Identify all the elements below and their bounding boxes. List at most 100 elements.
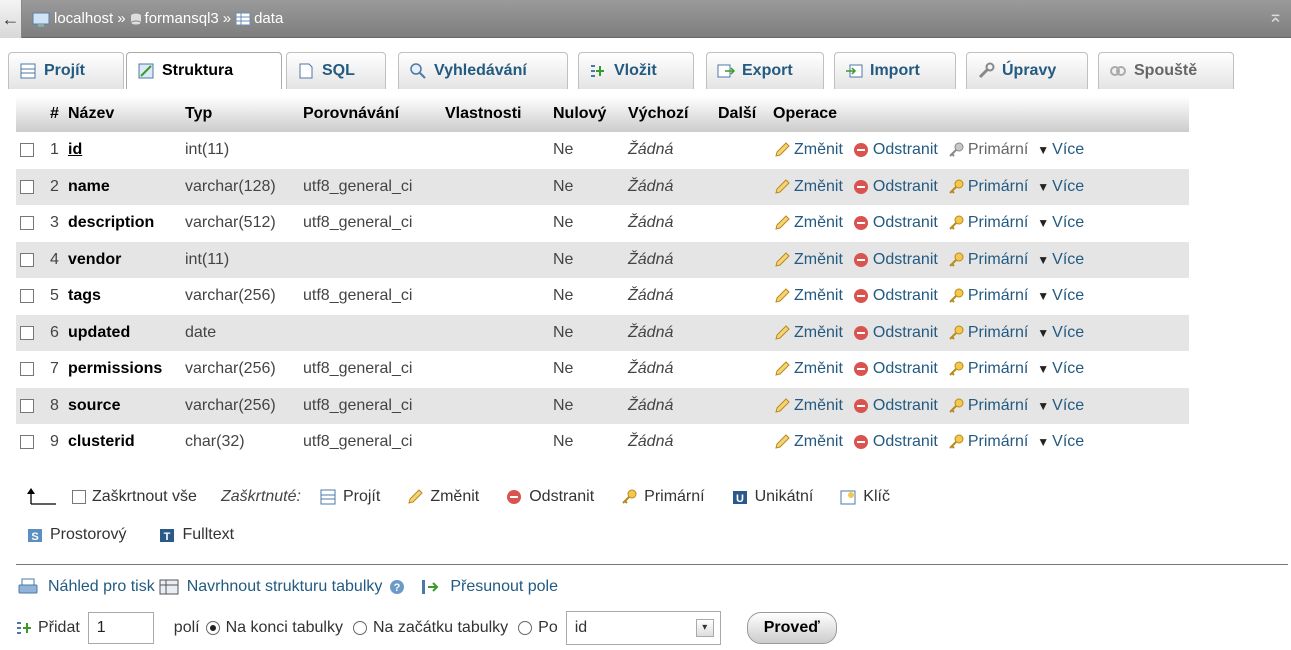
edit-label[interactable]: Změnit	[794, 251, 843, 269]
breadcrumb-database[interactable]: formansql3	[145, 0, 219, 38]
row-checkbox-cell[interactable]	[16, 387, 46, 424]
drop-link[interactable]: Odstranit	[852, 287, 938, 305]
table-row[interactable]: 8 source varchar(256) utf8_general_ci Ne Žádn…	[16, 387, 1189, 424]
primary-label[interactable]: Primární	[968, 397, 1028, 415]
primary-label[interactable]: Primární	[968, 324, 1028, 342]
check-all-label[interactable]: Zaškrtnout vše	[92, 488, 197, 506]
bulk-browse[interactable]: Projít	[319, 488, 380, 506]
at-end-label[interactable]: Na konci tabulky	[226, 619, 343, 637]
table-row[interactable]: 1 id int(11) Ne Žádná Změnit Odstranit Primární…	[16, 132, 1189, 169]
header-null[interactable]: Nulový	[549, 96, 624, 132]
edit-link[interactable]: Změnit	[773, 324, 843, 342]
edit-label[interactable]: Změnit	[794, 433, 843, 451]
bulk-primary-label[interactable]: Primární	[644, 488, 704, 506]
edit-link[interactable]: Změnit	[773, 433, 843, 451]
more-label[interactable]: Více	[1052, 324, 1084, 342]
bulk-browse-label[interactable]: Projít	[343, 488, 380, 506]
row-checkbox-cell[interactable]	[16, 314, 46, 351]
edit-link[interactable]: Změnit	[773, 141, 843, 159]
drop-label[interactable]: Odstranit	[873, 324, 938, 342]
more-link[interactable]: ▼ Více	[1037, 251, 1084, 269]
edit-link[interactable]: Změnit	[773, 360, 843, 378]
go-button[interactable]: Proveď	[746, 612, 837, 644]
after-radio[interactable]	[518, 621, 533, 635]
primary-link[interactable]: Primární	[947, 178, 1028, 196]
more-label[interactable]: Více	[1052, 178, 1084, 196]
more-label[interactable]: Více	[1052, 141, 1084, 159]
drop-label[interactable]: Odstranit	[873, 251, 938, 269]
table-row[interactable]: 2 name varchar(128) utf8_general_ci Ne Žádná Z…	[16, 168, 1189, 205]
header-collation[interactable]: Porovnávání	[299, 96, 441, 132]
row-checkbox[interactable]	[20, 143, 34, 158]
bulk-fulltext[interactable]: T Fulltext	[158, 526, 234, 544]
table-row[interactable]: 5 tags varchar(256) utf8_general_ci Ne Žádná Z…	[16, 278, 1189, 315]
edit-label[interactable]: Změnit	[794, 141, 843, 159]
add-count-input[interactable]	[87, 612, 154, 644]
bulk-spatial-label[interactable]: Prostorový	[50, 526, 126, 544]
drop-label[interactable]: Odstranit	[873, 397, 938, 415]
edit-label[interactable]: Změnit	[794, 214, 843, 232]
check-all[interactable]: Zaškrtnout vše	[72, 488, 197, 506]
breadcrumb-server[interactable]: localhost	[54, 0, 113, 38]
bulk-unique[interactable]: U Unikátní	[731, 488, 813, 506]
bulk-edit-label[interactable]: Změnit	[430, 488, 479, 506]
primary-label[interactable]: Primární	[968, 287, 1028, 305]
more-link[interactable]: ▼ Více	[1037, 397, 1084, 415]
bulk-primary[interactable]: Primární	[620, 488, 705, 506]
bulk-fulltext-label[interactable]: Fulltext	[182, 526, 234, 544]
primary-label[interactable]: Primární	[968, 214, 1028, 232]
row-checkbox-cell[interactable]	[16, 351, 46, 388]
primary-link[interactable]: Primární	[947, 397, 1028, 415]
more-link[interactable]: ▼ Více	[1037, 141, 1084, 159]
header-extra[interactable]: Další	[714, 96, 769, 132]
edit-link[interactable]: Změnit	[773, 397, 843, 415]
edit-label[interactable]: Změnit	[794, 287, 843, 305]
propose-structure-link[interactable]: Navrhnout strukturu tabulky	[187, 578, 383, 596]
drop-link[interactable]: Odstranit	[852, 141, 938, 159]
primary-label[interactable]: Primární	[968, 251, 1028, 269]
row-checkbox[interactable]	[20, 289, 34, 304]
bulk-drop[interactable]: Odstranit	[505, 488, 594, 506]
table-row[interactable]: 6 updated date Ne Žádná Změnit Odstranit Primár…	[16, 314, 1189, 351]
primary-link[interactable]: Primární	[947, 433, 1028, 451]
primary-link[interactable]: Primární	[947, 251, 1028, 269]
more-link[interactable]: ▼ Více	[1037, 178, 1084, 196]
drop-link[interactable]: Odstranit	[852, 251, 938, 269]
bulk-edit[interactable]: Změnit	[406, 488, 479, 506]
header-attributes[interactable]: Vlastnosti	[441, 96, 549, 132]
print-view-link[interactable]: Náhled pro tisk	[48, 578, 155, 596]
row-checkbox-cell[interactable]	[16, 132, 46, 169]
help-icon[interactable]: ?	[388, 578, 406, 596]
after-label[interactable]: Po	[538, 619, 558, 637]
table-row[interactable]: 9 clusterid char(32) utf8_general_ci Ne Žádná…	[16, 424, 1189, 461]
edit-label[interactable]: Změnit	[794, 360, 843, 378]
bulk-spatial[interactable]: S Prostorový	[26, 526, 126, 544]
drop-link[interactable]: Odstranit	[852, 178, 938, 196]
row-checkbox[interactable]	[20, 362, 34, 377]
drop-label[interactable]: Odstranit	[873, 433, 938, 451]
row-checkbox[interactable]	[20, 398, 34, 413]
bulk-index[interactable]: Klíč	[839, 488, 890, 506]
more-label[interactable]: Více	[1052, 397, 1084, 415]
check-all-checkbox[interactable]	[72, 490, 86, 504]
tab-export[interactable]: Export	[706, 52, 824, 89]
edit-link[interactable]: Změnit	[773, 214, 843, 232]
row-checkbox[interactable]	[20, 435, 34, 450]
more-label[interactable]: Více	[1052, 360, 1084, 378]
tab-operations[interactable]: Úpravy	[966, 52, 1088, 89]
edit-label[interactable]: Změnit	[794, 178, 843, 196]
header-default[interactable]: Výchozí	[624, 96, 714, 132]
row-checkbox[interactable]	[20, 325, 34, 340]
primary-link[interactable]: Primární	[947, 287, 1028, 305]
edit-label[interactable]: Změnit	[794, 324, 843, 342]
drop-label[interactable]: Odstranit	[873, 141, 938, 159]
edit-label[interactable]: Změnit	[794, 397, 843, 415]
collapse-icon[interactable]: ⌅	[1268, 6, 1283, 27]
more-label[interactable]: Více	[1052, 287, 1084, 305]
primary-label[interactable]: Primární	[968, 178, 1028, 196]
primary-link[interactable]: Primární	[947, 324, 1028, 342]
bulk-index-label[interactable]: Klíč	[863, 488, 890, 506]
more-link[interactable]: ▼ Více	[1037, 433, 1084, 451]
tab-triggers[interactable]: Spouště	[1098, 52, 1234, 89]
row-checkbox-cell[interactable]	[16, 205, 46, 242]
